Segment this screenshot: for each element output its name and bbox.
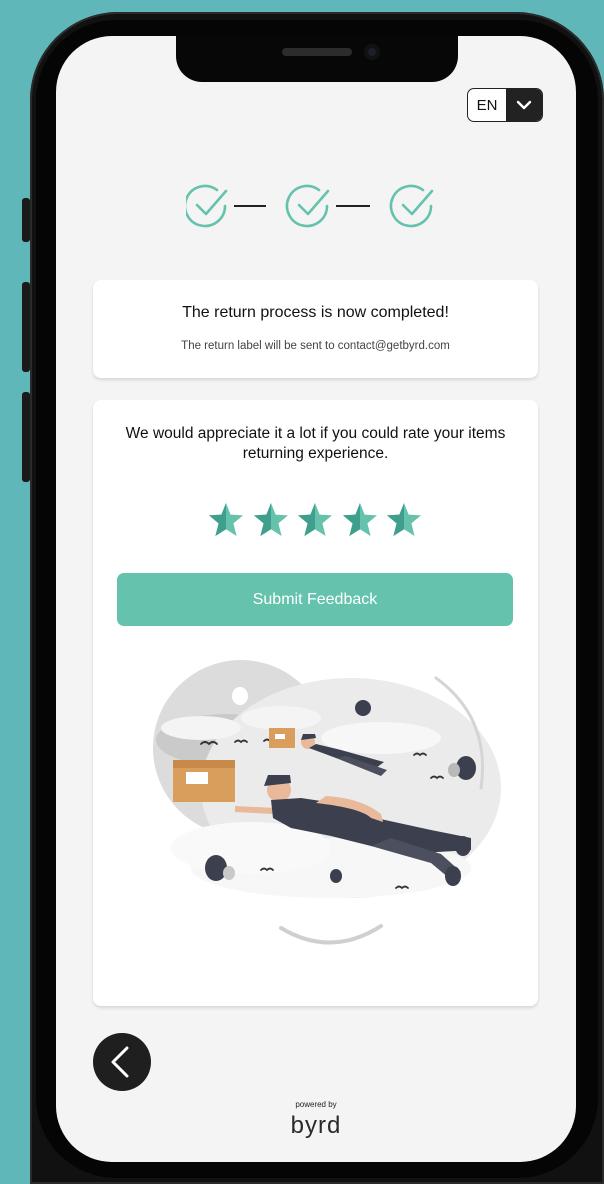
volume-down-button xyxy=(22,392,30,482)
chevron-left-icon xyxy=(111,1046,129,1078)
step-2-check-icon xyxy=(285,184,330,228)
powered-by-label: powered by xyxy=(295,1100,337,1109)
notch xyxy=(176,36,458,82)
submit-feedback-button[interactable]: Submit Feedback xyxy=(117,573,513,626)
language-selector[interactable]: EN xyxy=(467,88,543,122)
progress-steps xyxy=(186,184,434,228)
star-icon[interactable] xyxy=(342,502,378,538)
back-button[interactable] xyxy=(93,1033,151,1091)
delivery-illustration xyxy=(153,660,501,945)
star-icon[interactable] xyxy=(253,502,289,538)
feedback-prompt: We would appreciate it a lot if you coul… xyxy=(125,425,506,462)
step-1-check-icon xyxy=(186,184,228,228)
confirmation-card: The return process is now completed! The… xyxy=(93,280,538,378)
chevron-down-icon[interactable] xyxy=(506,89,542,121)
step-3-check-icon xyxy=(389,184,434,228)
star-icon[interactable] xyxy=(208,502,244,538)
confirmation-subtitle: The return label will be sent to contact… xyxy=(181,340,450,352)
confirmation-title: The return process is now completed! xyxy=(182,304,449,321)
front-camera xyxy=(364,44,380,60)
mute-switch xyxy=(22,198,30,242)
brand-logo: byrd xyxy=(290,1112,342,1139)
volume-up-button xyxy=(22,282,30,372)
star-icon[interactable] xyxy=(386,502,422,538)
speaker-grill xyxy=(282,48,352,56)
screen: EN The return process is now completed! … xyxy=(56,36,576,1162)
star-icon[interactable] xyxy=(297,502,333,538)
star-rating[interactable] xyxy=(208,502,422,538)
language-code: EN xyxy=(476,96,498,114)
feedback-card: We would appreciate it a lot if you coul… xyxy=(93,400,538,1006)
